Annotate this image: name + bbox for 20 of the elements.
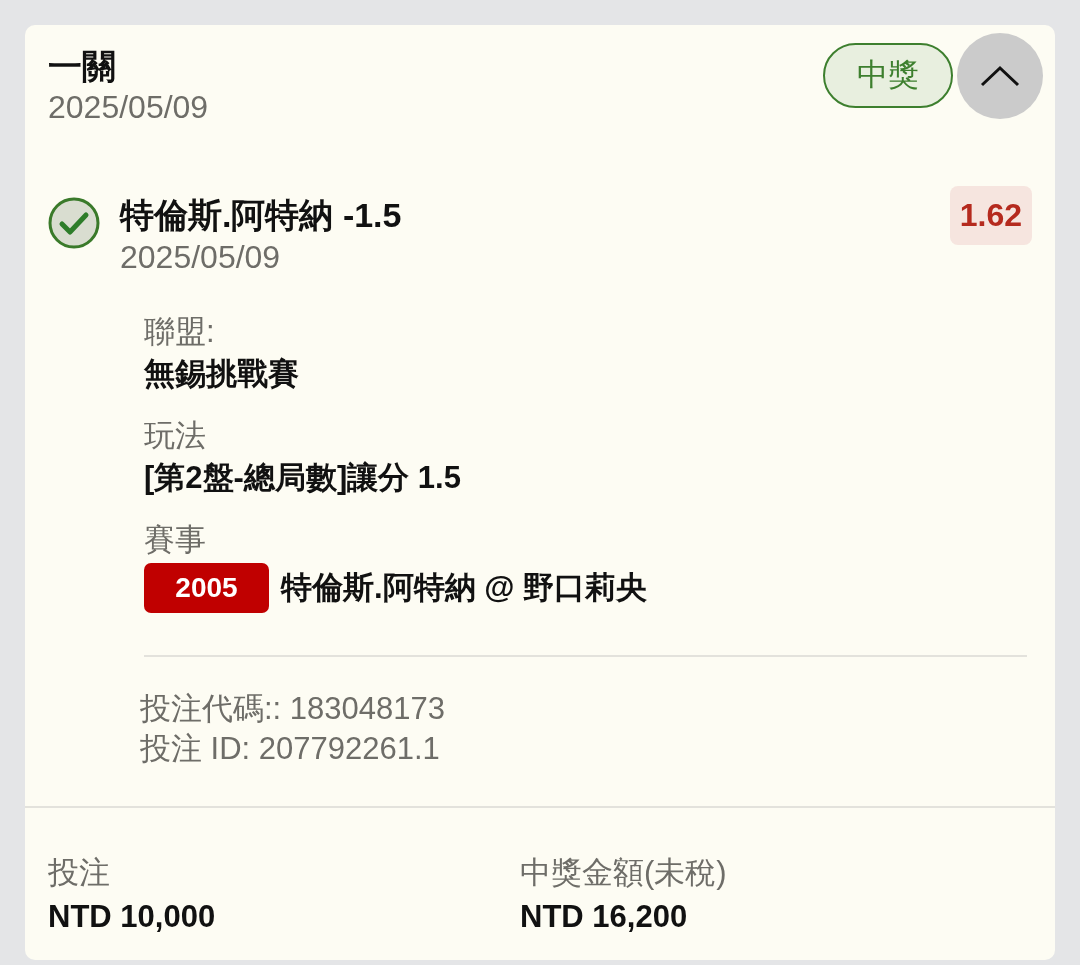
field-value: 無錫挑戰賽 [144,355,299,393]
bet-reference: 投注 ID: 207792261.1 [140,730,440,768]
event-matchup: 特倫斯.阿特納 @ 野口莉央 [281,569,648,607]
event-code-badge: 2005 [144,563,269,613]
summary-amount: NTD 10,000 [48,898,216,936]
field-label: 聯盟: [144,313,215,351]
selection-name: 特倫斯.阿特納 -1.5 [120,195,402,236]
chevron-up-icon [980,65,1020,87]
field-label: 玩法 [144,417,206,455]
odds-badge: 1.62 [949,186,1032,245]
field-value: [第2盤-總局數]讓分 1.5 [144,459,461,497]
selection-date: 2025/05/09 [120,238,281,277]
summary-label: 中獎金額(未稅) [520,854,727,892]
bet-date: 2025/05/09 [48,88,209,127]
summary-amount: NTD 16,200 [520,898,688,936]
field-label: 賽事 [144,521,206,559]
bet-reference: 投注代碼:: 183048173 [140,690,445,728]
status-badge: 中獎 [823,42,953,108]
bet-type-title: 一關 [48,46,116,87]
summary-label: 投注 [48,854,110,892]
